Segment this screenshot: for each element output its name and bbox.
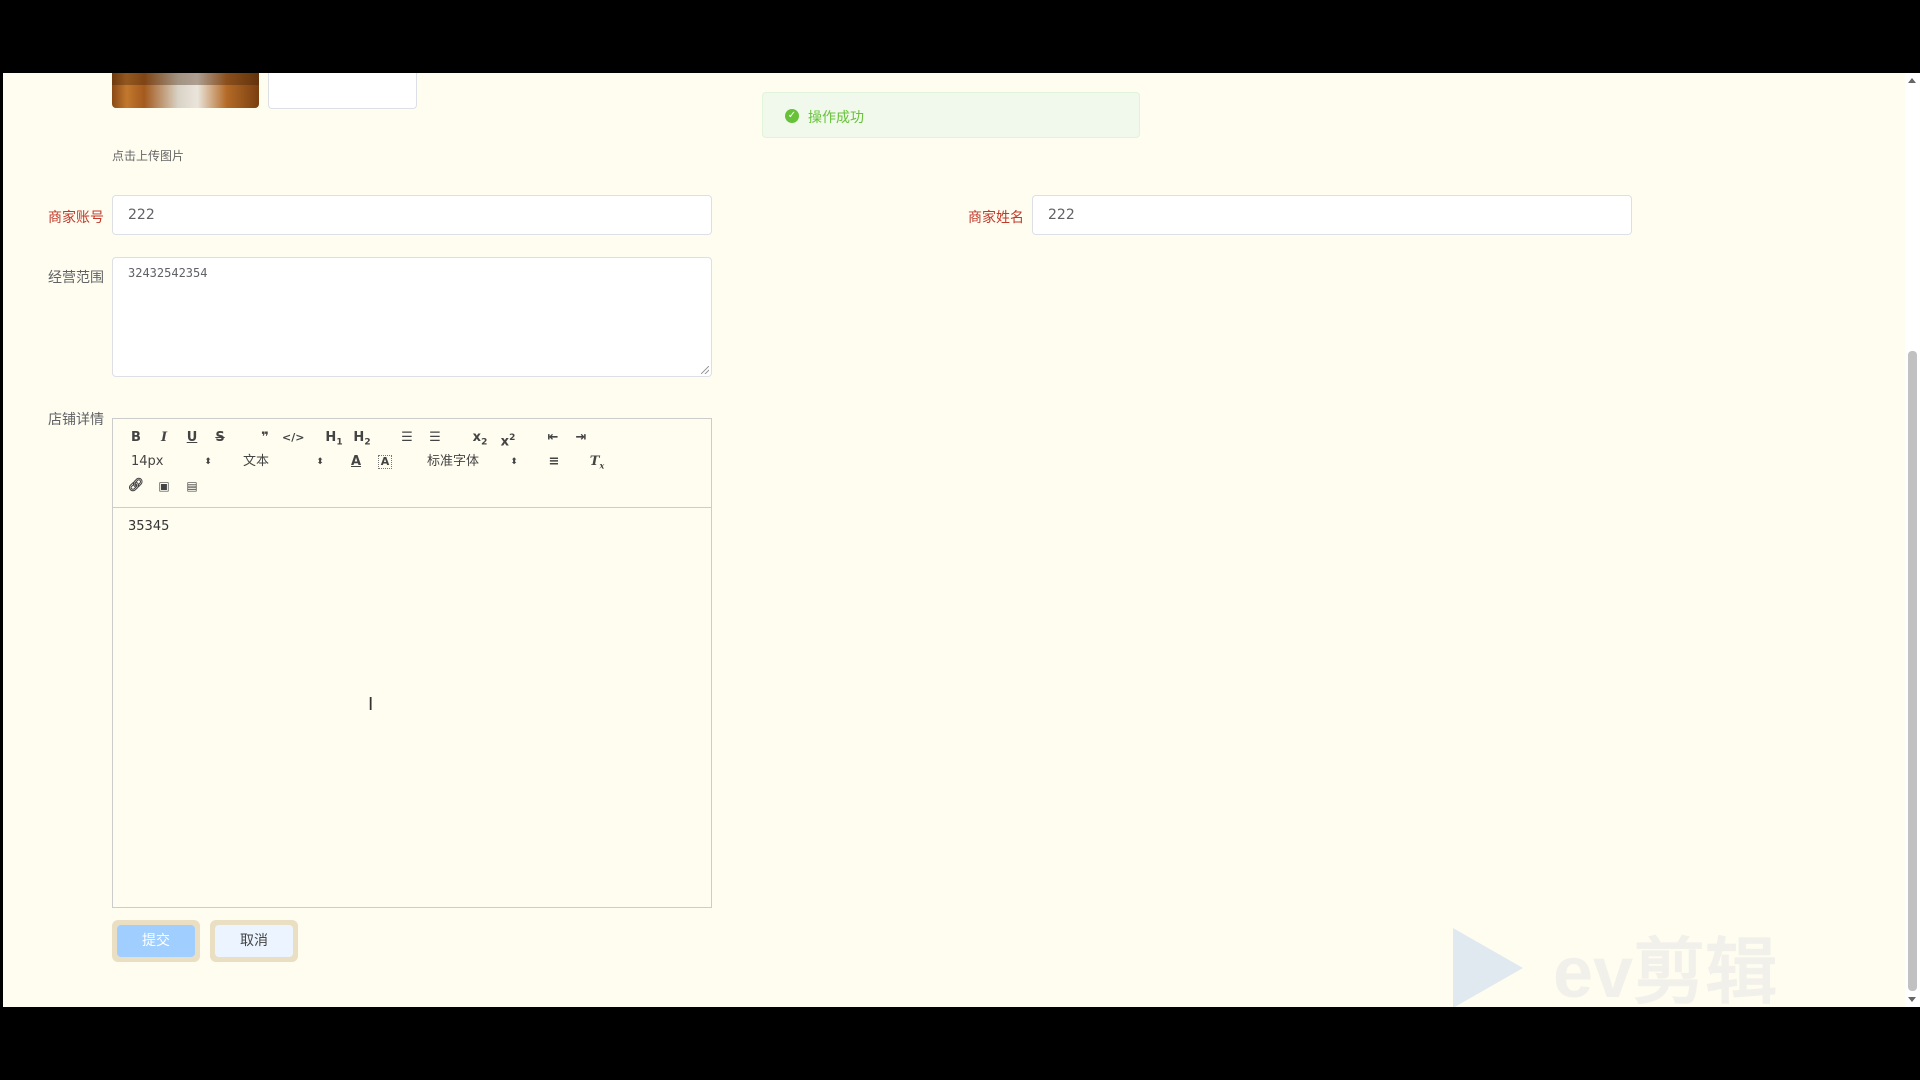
font-family-select[interactable]: 标准字体 (427, 453, 507, 471)
align-icon[interactable]: ≡ (543, 453, 565, 471)
editor-toolbar: B I U S ❞ </> H1 H2 ☰ ☰ x2 x2 ⇤ ⇥ 14px ⬍… (113, 419, 711, 508)
superscript-icon[interactable]: x2 (497, 429, 519, 449)
upload-hint: 点击上传图片 (112, 149, 185, 163)
watermark: ev剪辑 (1453, 913, 1813, 1007)
clear-format-icon[interactable]: Tx (586, 453, 608, 471)
name-value: 222 (1048, 207, 1075, 223)
underline-icon[interactable]: U (181, 429, 203, 447)
name-input[interactable]: 222 (1032, 195, 1632, 235)
video-icon[interactable]: ▤ (181, 477, 203, 495)
watermark-text: ev剪辑 (1553, 933, 1778, 1007)
success-toast: ✓ 操作成功 (762, 92, 1140, 138)
account-label: 商家账号 (48, 210, 104, 226)
ordered-list-icon[interactable]: ☰ (396, 429, 418, 447)
toast-message: 操作成功 (808, 110, 864, 126)
form-page: 点击上传图片 ✓ 操作成功 商家账号 222 商家姓名 222 经营范围 324… (3, 73, 1905, 1007)
play-icon (1453, 928, 1523, 1007)
account-value: 222 (128, 207, 155, 223)
h2-icon[interactable]: H2 (351, 429, 373, 448)
quote-icon[interactable]: ❞ (254, 429, 276, 447)
submit-button[interactable]: 提交 (112, 920, 200, 962)
outdent-icon[interactable]: ⇤ (542, 429, 564, 447)
code-icon[interactable]: </> (282, 429, 304, 447)
image-icon[interactable]: ▣ (153, 477, 175, 495)
font-color-icon[interactable]: A (345, 453, 367, 471)
rich-text-editor: B I U S ❞ </> H1 H2 ☰ ☰ x2 x2 ⇤ ⇥ 14px ⬍… (112, 418, 712, 908)
link-icon[interactable]: 🔗︎ (125, 477, 147, 495)
editor-content[interactable]: 35345 (128, 519, 169, 534)
scope-textarea[interactable]: 32432542354 (112, 257, 712, 377)
font-size-arrows-icon: ⬍ (204, 457, 212, 467)
indent-icon[interactable]: ⇥ (570, 429, 592, 447)
subscript-icon[interactable]: x2 (469, 429, 491, 448)
header-select[interactable]: 文本 (243, 453, 303, 471)
cancel-button[interactable]: 取消 (210, 920, 298, 962)
detail-label: 店铺详情 (48, 412, 104, 428)
bold-icon[interactable]: B (125, 429, 147, 447)
italic-icon[interactable]: I (153, 429, 175, 447)
bullet-list-icon[interactable]: ☰ (424, 429, 446, 447)
submit-label: 提交 (117, 925, 195, 957)
video-letterbox-top (0, 0, 1920, 73)
scroll-down-icon[interactable] (1908, 997, 1916, 1002)
scroll-thumb[interactable] (1908, 351, 1917, 991)
font-family-arrows-icon: ⬍ (510, 457, 518, 467)
video-letterbox-bottom (0, 1007, 1920, 1080)
header-arrows-icon: ⬍ (316, 457, 324, 467)
check-circle-icon: ✓ (785, 109, 799, 123)
strike-icon[interactable]: S (209, 429, 231, 447)
scope-label: 经营范围 (48, 270, 104, 286)
background-color-icon[interactable]: A (378, 455, 392, 469)
header-value: 文本 (243, 454, 270, 469)
font-family-value: 标准字体 (427, 454, 480, 469)
cancel-label: 取消 (215, 925, 293, 957)
resize-handle[interactable] (701, 366, 709, 374)
vertical-scrollbar[interactable] (1905, 73, 1920, 1007)
text-cursor-icon: I (368, 694, 374, 715)
account-input[interactable]: 222 (112, 195, 712, 235)
name-label: 商家姓名 (968, 210, 1024, 226)
font-size-select[interactable]: 14px (131, 453, 191, 471)
h1-icon[interactable]: H1 (323, 429, 345, 448)
uploaded-image-thumbnail[interactable] (112, 73, 259, 108)
font-size-value: 14px (131, 454, 164, 469)
scroll-up-icon[interactable] (1908, 78, 1916, 83)
upload-box[interactable] (268, 73, 417, 109)
scope-value: 32432542354 (128, 266, 208, 280)
